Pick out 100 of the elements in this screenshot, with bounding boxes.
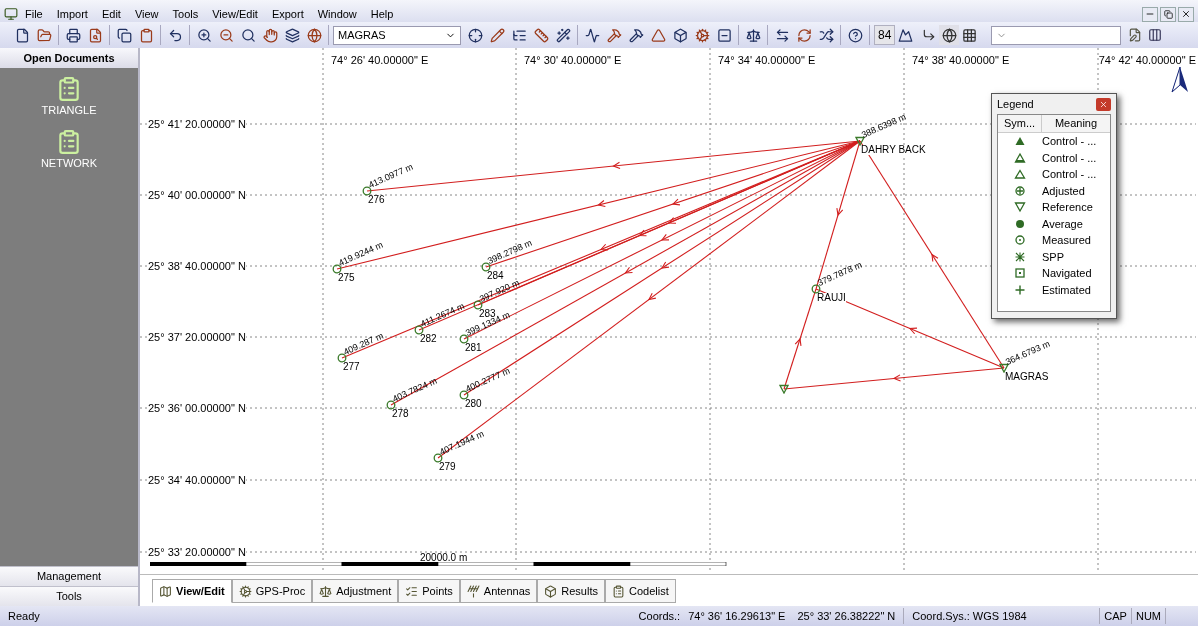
north-arrow-icon [1170,66,1190,94]
paste-icon [138,27,154,43]
coords-label: Coords.: [638,608,681,624]
tab-icon [544,584,558,598]
tab[interactable]: Results [537,579,605,603]
close-icon [1181,9,1191,19]
copy-icon [116,27,132,43]
menu-item[interactable]: View [127,5,166,23]
list-icon [511,27,527,43]
legend-title: Legend [997,96,1034,112]
measured-point-icon [481,262,491,272]
sidebar-button[interactable]: Management [0,566,138,586]
measured-point-icon [337,353,347,363]
cog-icon [694,27,710,43]
globe-grid-button[interactable] [939,25,960,45]
menu-item[interactable]: Help [363,5,401,23]
tab-icon [159,584,172,598]
document-icon [56,76,82,102]
activity-icon [584,27,600,43]
control-outline-symbol-icon [1014,168,1026,181]
coord-system: Coord.Sys.: WGS 1984 [904,607,1101,625]
measured-point-icon [362,186,372,196]
restore-button[interactable] [1160,6,1176,22]
tab[interactable]: Points [398,579,460,603]
document-item[interactable]: NETWORK [40,128,98,171]
minimize-button[interactable] [1142,6,1158,22]
legend-meaning: Average [1042,216,1083,232]
layer-select[interactable]: MAGRAS [333,25,461,45]
sidebar-header[interactable]: Open Documents [0,48,138,68]
close-button[interactable] [1178,6,1194,22]
point-label: DAHRY BACK [861,145,926,155]
system-button[interactable]: 84 [874,25,896,45]
legend-meaning: Navigated [1042,266,1092,281]
refresh-icon [796,27,812,43]
pencil-icon [489,27,505,43]
layers-icon [284,27,300,43]
print-icon [65,27,81,43]
zoom-in-icon [196,27,212,43]
longitude-label: 74° 34' 40.00000" E [718,53,816,68]
control-half-symbol-icon [1014,151,1026,164]
point-label: RAUJI [817,293,846,303]
scale-icon [745,27,761,43]
tab-icon [612,584,625,598]
menu-item[interactable]: Import [49,5,95,23]
measured-point-icon [414,325,424,335]
point-label: MAGRAS [1005,372,1049,382]
edit-icon [1128,28,1143,42]
help-icon [847,27,863,43]
average-symbol-icon [1014,217,1026,230]
ruler-icon [533,27,549,43]
zoom-icon [240,27,256,43]
scale-label: 20000.0 m [420,551,468,565]
point-label: 279 [439,462,456,472]
tab[interactable]: GPS-Proc [231,579,313,603]
menu-item[interactable]: Tools [165,5,206,23]
estimated-symbol-icon [1014,283,1026,296]
column-header[interactable]: Sym... [998,115,1042,132]
tab-icon [238,584,252,598]
control-filled-symbol-icon [1014,135,1026,148]
shuffle-icon [818,27,834,43]
columns-icon [1148,28,1163,42]
new-icon [14,27,30,43]
longitude-value: 74° 36' 16.29613" E [688,608,786,624]
tab[interactable]: View/Edit [152,579,232,603]
longitude-label: 74° 30' 40.00000" E [524,53,622,68]
pan-icon [262,27,278,43]
legend-meaning: Adjusted [1042,183,1085,199]
reference-symbol-icon [1014,201,1026,214]
legend-meaning: Measured [1042,233,1091,248]
document-item[interactable]: TRIANGLE [41,76,97,119]
legend-meaning: Control - ... [1042,167,1097,182]
legend-meaning: Control - ... [1042,150,1097,166]
column-header[interactable]: Meaning [1042,115,1110,132]
point-label: 282 [420,334,437,344]
measured-point-icon [332,264,342,274]
menu-item[interactable]: Window [310,5,364,23]
longitude-label: 74° 42' 40.00000" E [1098,53,1196,68]
menu-item[interactable]: Edit [94,5,128,23]
sidebar-button[interactable]: Tools [0,586,138,606]
menu-item[interactable]: View/Edit [205,5,265,23]
point-label: 276 [368,195,385,205]
tab-icon [466,584,480,598]
swap-icon [774,27,790,43]
menu-item[interactable]: Export [264,5,311,23]
restore-icon [1163,9,1173,19]
tab[interactable]: Adjustment [312,579,399,603]
longitude-label: 74° 38' 40.00000" E [912,53,1010,68]
hammer-icon [628,27,644,43]
tab[interactable]: Codelist [605,579,676,603]
reference-point-icon [999,363,1009,373]
globe-icon [941,27,957,43]
menu-item[interactable]: File [18,5,50,23]
zoom-out-icon [218,27,234,43]
legend-meaning: Reference [1042,200,1093,215]
filter-select[interactable] [991,25,1122,45]
minus-icon [716,27,732,43]
open-icon [36,27,52,43]
point-label: 281 [465,343,482,353]
tab[interactable]: Antennas [459,579,538,603]
measured-point-icon [459,390,469,400]
